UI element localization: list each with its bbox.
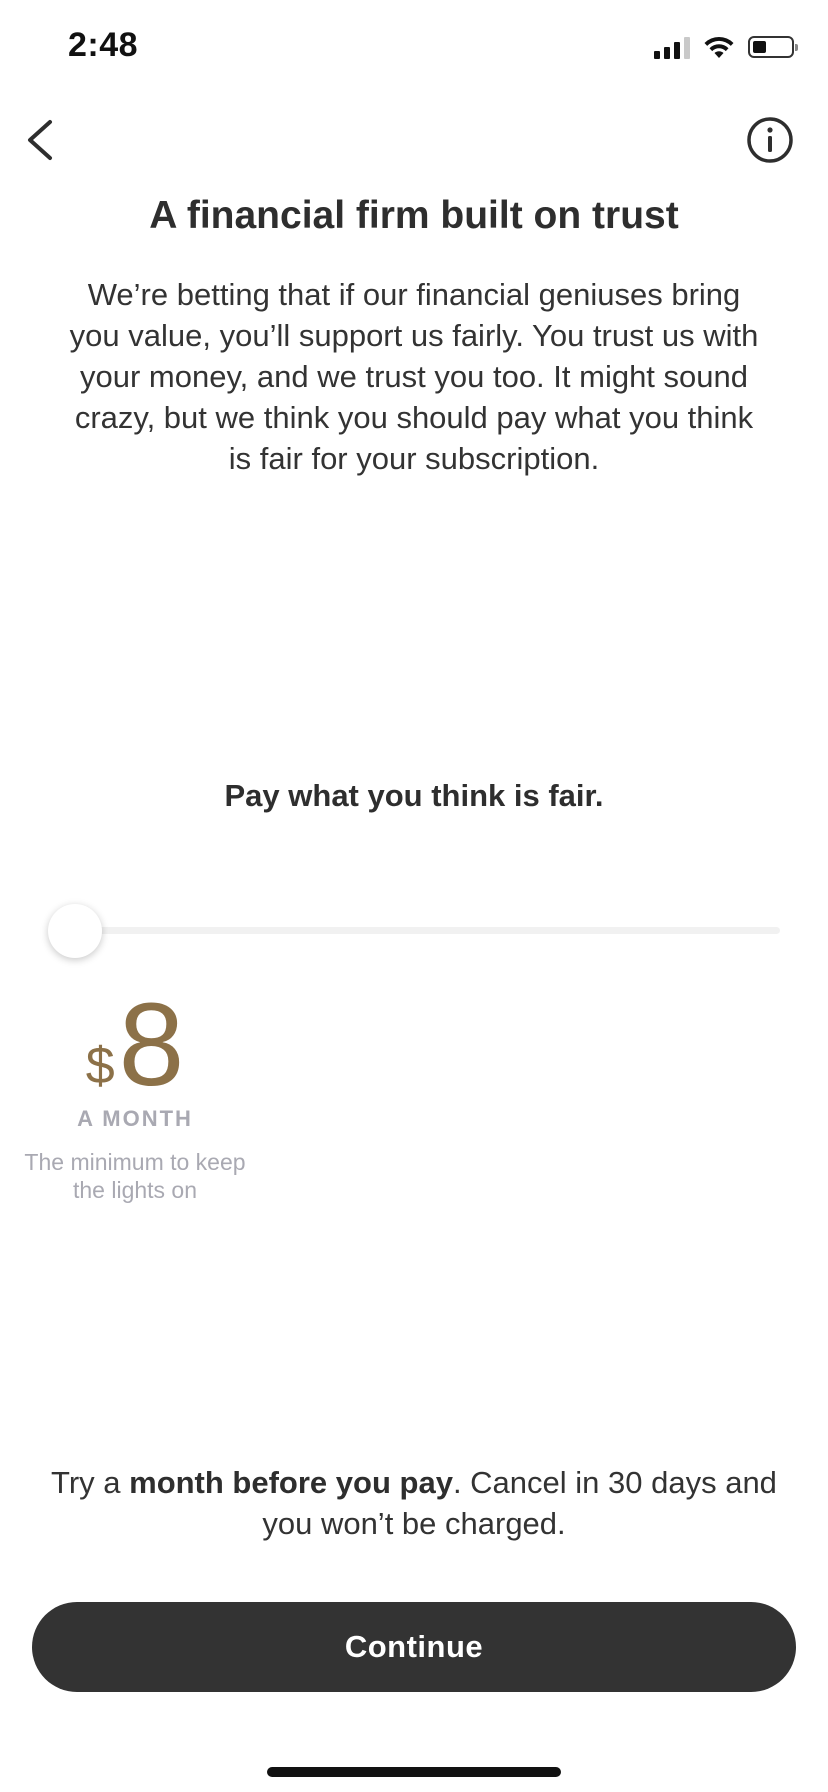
back-button[interactable] xyxy=(20,110,60,170)
page-title: A financial firm built on trust xyxy=(149,194,679,237)
trial-note-prefix: Try a xyxy=(51,1465,130,1500)
status-icons xyxy=(654,34,798,60)
price-display: $ 8 xyxy=(60,986,210,1104)
status-time: 2:48 xyxy=(68,26,139,64)
info-circle-icon xyxy=(747,117,793,163)
status-bar: 2:48 xyxy=(0,0,828,100)
chevron-left-icon xyxy=(28,120,52,160)
trial-note: Try a month before you pay. Cancel in 30… xyxy=(40,1462,788,1544)
price-currency: $ xyxy=(85,1037,115,1095)
price-period: A MONTH xyxy=(77,1106,193,1131)
battery-icon xyxy=(748,36,798,58)
price-amount: 8 xyxy=(118,979,185,1111)
intro-text: We’re betting that if our financial geni… xyxy=(69,277,759,476)
pay-prompt: Pay what you think is fair. xyxy=(224,778,604,813)
trial-note-bold: month before you pay xyxy=(129,1465,453,1500)
cellular-signal-icon xyxy=(654,35,690,59)
slider-thumb[interactable] xyxy=(48,904,102,958)
home-indicator xyxy=(267,1767,561,1777)
info-button[interactable] xyxy=(746,116,794,164)
slider-track[interactable] xyxy=(74,927,780,934)
wifi-icon xyxy=(704,36,734,58)
continue-button[interactable]: Continue xyxy=(32,1602,796,1692)
price-caption: The minimum to keep the lights on xyxy=(24,1149,246,1203)
price-slider[interactable] xyxy=(48,900,780,960)
